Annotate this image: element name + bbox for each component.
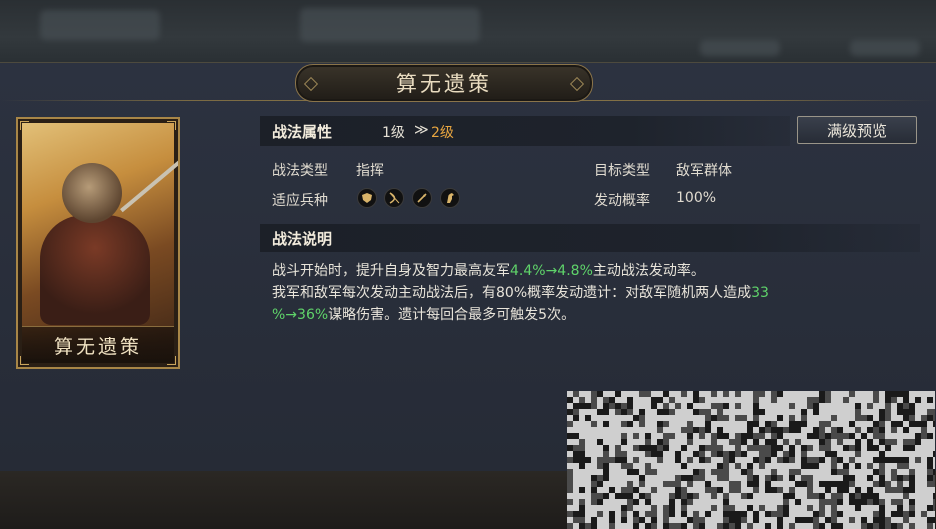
max-level-preview-button[interactable]: 满级预览 [797,116,917,144]
target-type-label: 目标类型 [594,163,650,179]
target-type-value: 敌军群体 [676,163,732,179]
general-portrait [22,123,178,359]
diamond-ornament-icon [303,76,319,92]
spear-icon [412,188,432,208]
shield-icon [357,188,377,208]
page-title: 算无遗策 [396,72,492,96]
level-arrow: ≫ [414,122,429,138]
trigger-rate-value: 100% [676,190,717,206]
diamond-ornament-icon [569,76,585,92]
title-plate: 算无遗策 [295,64,593,102]
obscured-overlay [567,391,935,529]
attributes-header-bar [260,116,790,146]
card-label-text: 算无遗策 [53,335,142,358]
attributes-header: 战法属性 [272,123,333,141]
tactic-card: 算无遗策 [16,117,180,369]
damage-value-start: 33 [751,285,769,301]
description-line-1: 战斗开始时，提升自身及智力最高友军4.4%→4.8%主动战法发动率。 [272,263,705,279]
description-header-bar [260,224,920,252]
tactic-description: 战斗开始时，提升自身及智力最高友军4.4%→4.8%主动战法发动率。 我军和敌军… [272,260,912,326]
trigger-rate-label: 发动概率 [594,193,650,209]
description-header: 战法说明 [272,230,333,248]
horse-icon [440,188,460,208]
damage-value-end: %→36% [272,307,329,323]
description-line-2: 我军和敌军每次发动主动战法后，有80%概率发动遗计：对敌军随机两人造成33 [272,285,769,301]
level-current: 1级 [382,125,405,141]
troop-types-label: 适应兵种 [272,193,328,209]
bow-icon [384,188,404,208]
tactic-type-value: 指挥 [356,163,384,179]
level-next: 2级 [431,125,454,141]
rate-increase-value: 4.4%→4.8% [510,263,593,279]
description-line-3: %→36%谋略伤害。遗计每回合最多可触发5次。 [272,307,576,323]
card-label: 算无遗策 [22,326,174,363]
background-top [0,0,936,62]
tactic-type-label: 战法类型 [272,163,328,179]
